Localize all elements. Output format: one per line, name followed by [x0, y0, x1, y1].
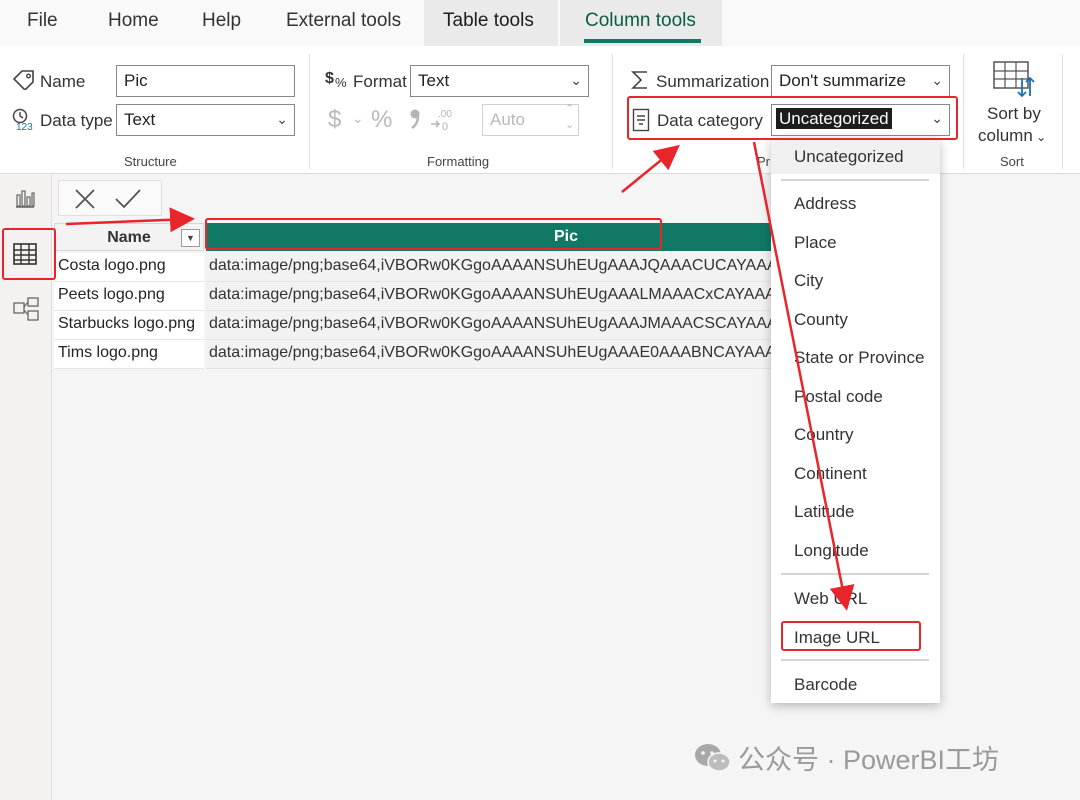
- tab-external-tools[interactable]: External tools: [286, 10, 401, 32]
- svg-text:123: 123: [16, 122, 33, 132]
- filter-dropdown-icon[interactable]: ▼: [181, 229, 200, 247]
- chevron-down-icon: ⌄: [1032, 130, 1047, 144]
- watermark-text: 公众号 · PowerBI工坊: [738, 745, 1000, 775]
- sort-by-column-icon[interactable]: [992, 60, 1036, 103]
- option-county[interactable]: County: [794, 310, 848, 330]
- name-field[interactable]: Pic: [116, 65, 295, 97]
- option-country[interactable]: Country: [794, 425, 854, 445]
- dropdown-separator: [781, 659, 929, 661]
- group-divider: [309, 54, 310, 169]
- tab-file[interactable]: File: [27, 10, 58, 32]
- tab-column-tools[interactable]: Column tools: [585, 10, 696, 32]
- currency-button[interactable]: $: [328, 106, 341, 134]
- column-header-name[interactable]: Name ▼: [54, 223, 204, 251]
- cell-name[interactable]: Tims logo.png: [54, 340, 204, 369]
- group-divider: [1062, 54, 1063, 169]
- option-state-or-province[interactable]: State or Province: [794, 348, 924, 368]
- formatting-group-label: Formatting: [427, 154, 490, 169]
- option-city[interactable]: City: [794, 271, 823, 291]
- sigma-icon: [630, 69, 650, 96]
- percent-button[interactable]: %: [371, 106, 392, 134]
- wechat-icon: [694, 742, 732, 781]
- format-label: Format: [353, 72, 407, 91]
- option-longitude[interactable]: Longitude: [794, 541, 869, 561]
- active-tab-underline: [584, 39, 701, 43]
- summarization-value: Don't summarize: [779, 71, 907, 90]
- structure-group-label: Structure: [124, 154, 177, 169]
- menu-bar: File Home Help External tools Table tool…: [0, 0, 1080, 46]
- option-uncategorized[interactable]: Uncategorized: [794, 147, 904, 167]
- datatype-label: Data type: [40, 111, 113, 130]
- tag-icon: [12, 70, 36, 95]
- option-postal-code[interactable]: Postal code: [794, 387, 883, 407]
- model-view-icon[interactable]: [13, 297, 39, 326]
- highlight-pic-column: [205, 218, 662, 250]
- commit-check-icon[interactable]: [114, 187, 142, 216]
- svg-text:0: 0: [442, 121, 448, 133]
- option-continent[interactable]: Continent: [794, 464, 867, 484]
- comma-icon[interactable]: [408, 108, 422, 135]
- spin-up-icon[interactable]: ⌃: [565, 102, 574, 115]
- group-divider: [963, 54, 964, 169]
- svg-text:.00: .00: [438, 109, 452, 120]
- tab-help[interactable]: Help: [202, 10, 241, 32]
- sort-column-label[interactable]: column ⌄: [978, 126, 1046, 146]
- sort-column-text: column: [978, 126, 1033, 145]
- datatype-value: Text: [124, 110, 156, 129]
- highlight-table-view: [2, 228, 56, 280]
- dropdown-separator: [781, 573, 929, 575]
- chevron-down-icon: ⌄: [570, 72, 582, 88]
- sort-by-label[interactable]: Sort by: [987, 104, 1041, 124]
- datatype-icon: 123: [12, 108, 38, 137]
- dropdown-separator: [781, 179, 929, 181]
- option-barcode[interactable]: Barcode: [794, 675, 857, 695]
- formula-bar-buttons: [58, 180, 162, 216]
- highlight-image-url: [781, 621, 921, 651]
- cancel-icon[interactable]: [73, 187, 97, 216]
- cell-name[interactable]: Peets logo.png: [54, 282, 204, 311]
- spin-down-icon[interactable]: ⌄: [565, 118, 574, 131]
- format-value: Text: [418, 71, 450, 90]
- format-select[interactable]: Text ⌄: [410, 65, 589, 97]
- group-divider: [612, 54, 613, 169]
- option-place[interactable]: Place: [794, 233, 837, 253]
- highlight-data-category: [627, 96, 958, 140]
- sort-group-label: Sort: [1000, 154, 1024, 169]
- chevron-down-icon: ⌄: [276, 111, 288, 127]
- option-latitude[interactable]: Latitude: [794, 502, 855, 522]
- svg-text:%: %: [335, 75, 347, 90]
- datatype-select[interactable]: Text ⌄: [116, 104, 295, 136]
- tab-home[interactable]: Home: [108, 10, 159, 32]
- cell-name[interactable]: Costa logo.png: [54, 253, 204, 282]
- summarization-label: Summarization: [656, 72, 770, 91]
- option-address[interactable]: Address: [794, 194, 856, 214]
- name-label: Name: [40, 72, 86, 91]
- svg-text:$: $: [325, 70, 334, 87]
- tab-table-tools[interactable]: Table tools: [443, 10, 534, 32]
- chevron-down-icon: ⌄: [931, 72, 943, 88]
- chevron-down-icon: ⌄: [352, 110, 364, 126]
- decimal-places-icon[interactable]: .00 0: [430, 107, 456, 138]
- summarization-select[interactable]: Don't summarize ⌄: [771, 65, 950, 97]
- data-category-dropdown: Uncategorized Address Place City County …: [771, 138, 940, 703]
- watermark: 公众号 · PowerBI工坊: [694, 738, 999, 781]
- report-view-icon[interactable]: [14, 189, 36, 214]
- cell-name[interactable]: Starbucks logo.png: [54, 311, 204, 340]
- column-header-name-label: Name: [107, 229, 151, 246]
- option-web-url[interactable]: Web URL: [794, 589, 867, 609]
- properties-group-label: Pr: [757, 154, 770, 169]
- format-icon: $%: [325, 68, 349, 95]
